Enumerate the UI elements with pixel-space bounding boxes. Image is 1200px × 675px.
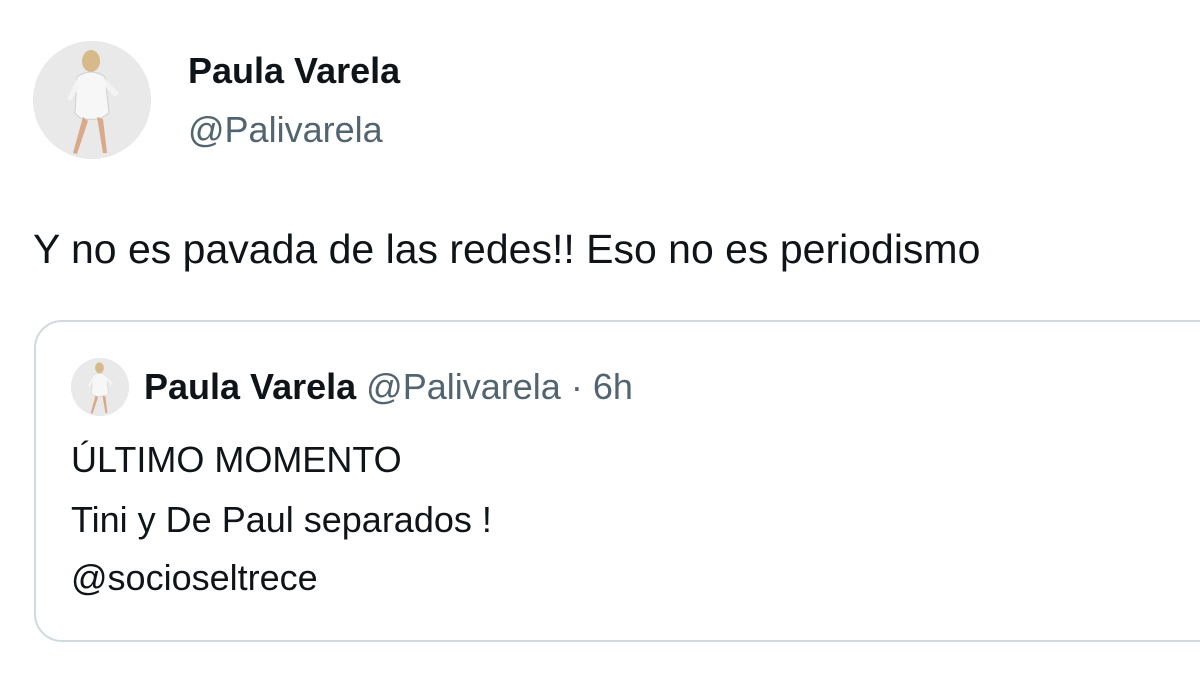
profile-photo-icon	[33, 41, 151, 159]
author-avatar[interactable]	[33, 41, 151, 159]
quoted-author-avatar[interactable]	[71, 358, 129, 416]
quoted-tweet-header: Paula Varela @Palivarela · 6h	[144, 366, 633, 408]
quoted-author-name[interactable]: Paula Varela	[144, 366, 356, 407]
quoted-author-handle[interactable]: @Palivarela	[366, 366, 561, 407]
quoted-tweet-time[interactable]: 6h	[593, 366, 633, 407]
meta-separator: ·	[570, 366, 583, 407]
quoted-tweet-line: Tini y De Paul separados !	[71, 499, 492, 540]
tweet-text: Y no es pavada de las redes!! Eso no es …	[33, 226, 981, 272]
quoted-tweet-line: ÚLTIMO MOMENTO	[71, 439, 402, 480]
tweet-screenshot: Paula Varela @Palivarela Y no es pavada …	[0, 0, 1200, 675]
author-handle[interactable]: @Palivarela	[188, 109, 383, 151]
quoted-tweet-mention[interactable]: @socioseltrece	[71, 556, 318, 600]
profile-photo-icon	[71, 358, 129, 416]
author-name[interactable]: Paula Varela	[188, 50, 400, 92]
